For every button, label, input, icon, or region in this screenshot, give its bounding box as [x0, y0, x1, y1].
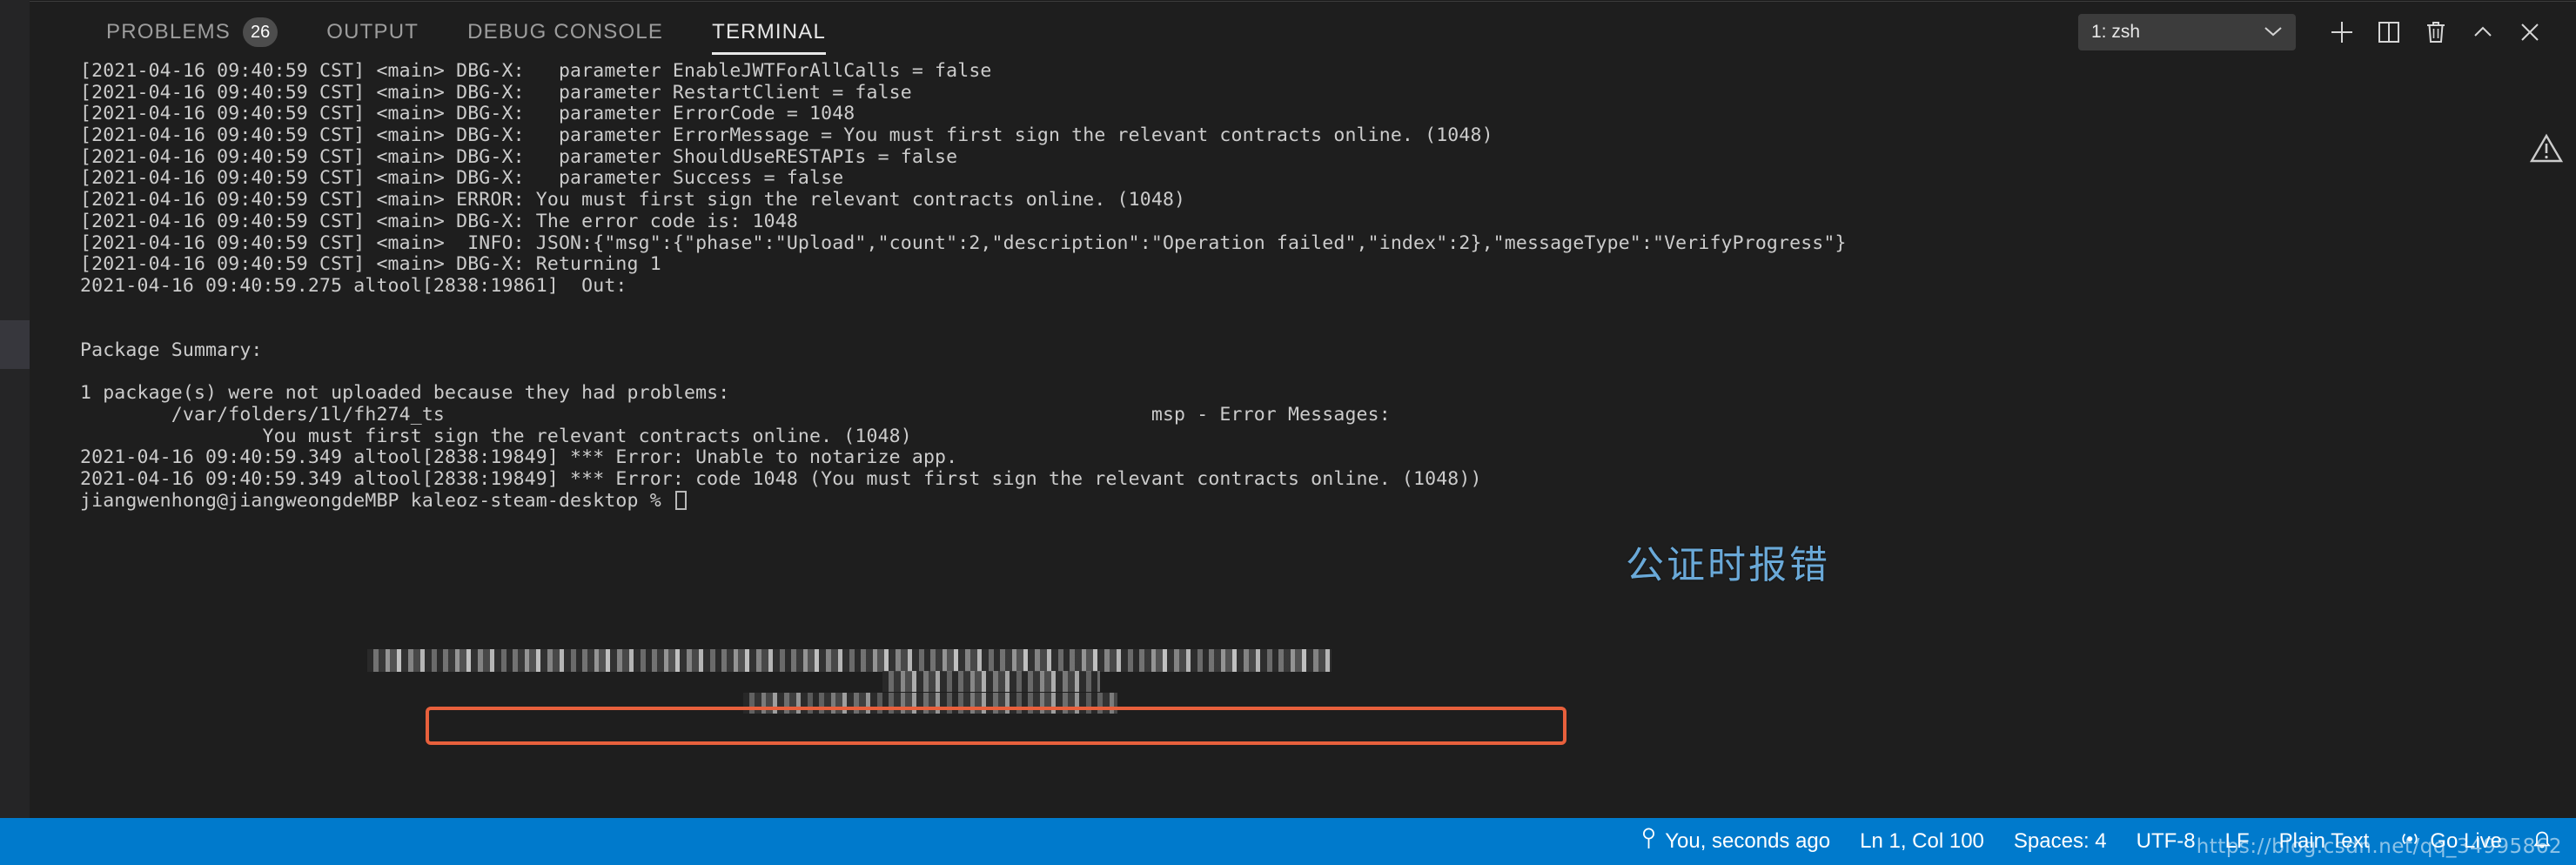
maximize-panel-button[interactable]: [2459, 9, 2506, 56]
chevron-up-icon: [2470, 19, 2496, 45]
lightbulb-icon: [1641, 828, 1656, 856]
chevron-down-icon: [2264, 22, 2283, 43]
cursor-position-status[interactable]: Ln 1, Col 100: [1845, 818, 1999, 865]
panel-header-actions: 1: zsh: [2078, 3, 2553, 62]
tab-terminal-label: TERMINAL: [712, 20, 827, 44]
tab-output-label: OUTPUT: [326, 20, 419, 44]
vscode-window: PROBLEMS 26 OUTPUT DEBUG CONSOLE TERMINA…: [0, 0, 2576, 865]
terminal-line: [2021-04-16 09:40:59 CST] <main> DBG-X: …: [80, 103, 855, 125]
terminal-line: 1 package(s) were not uploaded because t…: [80, 382, 730, 405]
terminal-line: [2021-04-16 09:40:59 CST] <main> DBG-X: …: [80, 210, 798, 232]
tab-debug-console[interactable]: DEBUG CONSOLE: [443, 3, 688, 62]
redacted-path-block: [367, 649, 1332, 672]
close-icon: [2517, 19, 2543, 45]
explorer-edge-strip: [0, 0, 30, 818]
cursor-position-label: Ln 1, Col 100: [1860, 829, 1984, 853]
terminal-output-pane[interactable]: [2021-04-16 09:40:59 CST] <main> DBG-X: …: [30, 61, 2576, 818]
terminal-line: [2021-04-16 09:40:59 CST] <main> DBG-X: …: [80, 61, 992, 82]
tab-debug-console-label: DEBUG CONSOLE: [467, 20, 664, 44]
terminal-line: /var/folders/1l/fh274_ts msp - Error Mes…: [80, 404, 1391, 426]
split-icon: [2377, 19, 2401, 45]
eol-label: LF: [2224, 829, 2250, 853]
terminal-cursor: [674, 490, 687, 510]
redacted-path-block-secondary: [882, 671, 1100, 692]
broadcast-icon: [2398, 828, 2421, 856]
close-panel-button[interactable]: [2506, 9, 2553, 56]
terminal-line: [2021-04-16 09:40:59 CST] <main> DBG-X: …: [80, 81, 912, 104]
authorship-label: You, seconds ago: [1665, 829, 1831, 853]
explorer-selected-row[interactable]: [0, 320, 30, 369]
encoding-label: UTF-8: [2136, 829, 2196, 853]
terminal-line: 2021-04-16 09:40:59.275 altool[2838:1986…: [80, 274, 627, 297]
terminal-text: [2021-04-16 09:40:59 CST] <main> DBG-X: …: [80, 61, 1847, 512]
encoding-status[interactable]: UTF-8: [2122, 818, 2210, 865]
status-bar: You, seconds ago Ln 1, Col 100 Spaces: 4…: [0, 818, 2576, 865]
new-terminal-button[interactable]: [2318, 9, 2365, 56]
tab-problems-label: PROBLEMS: [106, 20, 231, 44]
terminal-instance-select[interactable]: 1: zsh: [2078, 14, 2296, 50]
terminal-line: [2021-04-16 09:40:59 CST] <main> DBG-X: …: [80, 253, 661, 276]
authorship-status[interactable]: You, seconds ago: [1627, 818, 1845, 865]
language-mode-label: Plain Text: [2278, 829, 2370, 853]
go-live-status[interactable]: Go Live: [2384, 818, 2517, 865]
terminal-line: [2021-04-16 09:40:59 CST] <main> DBG-X: …: [80, 145, 958, 168]
eol-status[interactable]: LF: [2210, 818, 2264, 865]
terminal-line: jiangwenhong@jiangweongdeMBP kaleoz-stea…: [80, 490, 1847, 513]
panel-header: PROBLEMS 26 OUTPUT DEBUG CONSOLE TERMINA…: [30, 1, 2576, 61]
terminal-instance-label: 1: zsh: [2091, 22, 2141, 42]
terminal-line: [2021-04-16 09:40:59 CST] <main> DBG-X: …: [80, 167, 844, 190]
bell-icon: [2532, 828, 2553, 856]
terminal-line: [2021-04-16 09:40:59 CST] <main> INFO: J…: [80, 231, 1847, 254]
split-terminal-button[interactable]: [2365, 9, 2412, 56]
plus-icon: [2329, 19, 2355, 45]
terminal-line: You must first sign the relevant contrac…: [80, 425, 912, 447]
indentation-status[interactable]: Spaces: 4: [1999, 818, 2122, 865]
terminal-line: Package Summary:: [80, 339, 263, 361]
terminal-line: [2021-04-16 09:40:59 CST] <main> DBG-X: …: [80, 124, 1493, 147]
terminal-line: [2021-04-16 09:40:59 CST] <main> ERROR: …: [80, 189, 1186, 211]
language-mode-status[interactable]: Plain Text: [2264, 818, 2385, 865]
terminal-line: 2021-04-16 09:40:59.349 altool[2838:1984…: [80, 468, 1482, 491]
panel-tab-list: PROBLEMS 26 OUTPUT DEBUG CONSOLE TERMINA…: [82, 3, 850, 62]
warning-icon[interactable]: [2529, 132, 2564, 170]
tab-problems[interactable]: PROBLEMS 26: [82, 3, 302, 62]
indentation-label: Spaces: 4: [2013, 829, 2107, 853]
tab-output[interactable]: OUTPUT: [302, 3, 443, 62]
annotation-label: 公证时报错: [1626, 543, 1830, 587]
tab-active-underline: [712, 52, 827, 55]
problems-count-badge: 26: [242, 17, 278, 47]
notifications-status[interactable]: [2517, 818, 2567, 865]
redacted-message-block: [743, 693, 1117, 714]
terminal-line: 2021-04-16 09:40:59.349 altool[2838:1984…: [80, 446, 958, 469]
kill-terminal-button[interactable]: [2412, 9, 2459, 56]
tab-terminal[interactable]: TERMINAL: [688, 3, 850, 62]
go-live-label: Go Live: [2430, 829, 2502, 853]
status-bar-right: You, seconds ago Ln 1, Col 100 Spaces: 4…: [1627, 818, 2576, 865]
trash-icon: [2424, 19, 2448, 45]
